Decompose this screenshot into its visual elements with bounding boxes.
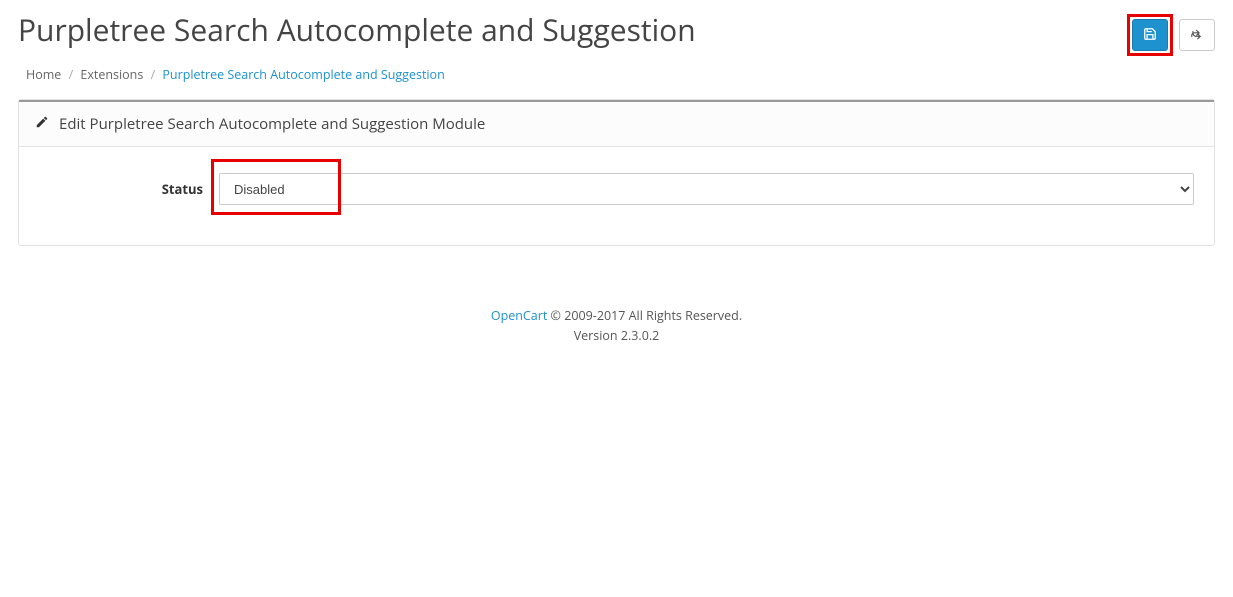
breadcrumb: Home / Extensions / Purpletree Search Au… [18,56,1215,99]
edit-panel: Edit Purpletree Search Autocomplete and … [18,99,1215,246]
page-title: Purpletree Search Autocomplete and Sugge… [18,12,696,48]
footer-copyright: © 2009-2017 All Rights Reserved. [547,307,742,324]
breadcrumb-extensions[interactable]: Extensions [80,66,143,83]
back-arrow-icon [1190,27,1204,44]
pencil-icon [35,114,49,134]
panel-body: Status Disabled [19,147,1214,245]
breadcrumb-separator: / [69,66,74,83]
status-select[interactable]: Disabled [219,173,1194,205]
save-button-highlight [1127,14,1173,56]
cancel-button[interactable] [1179,19,1215,51]
save-icon [1143,27,1157,44]
breadcrumb-home[interactable]: Home [26,66,61,83]
save-button[interactable] [1132,19,1168,51]
footer-brand-link[interactable]: OpenCart [491,307,547,324]
status-label: Status [39,180,219,198]
breadcrumb-current[interactable]: Purpletree Search Autocomplete and Sugge… [162,66,444,83]
header-action-buttons [1127,12,1215,56]
page-header: Purpletree Search Autocomplete and Sugge… [18,0,1215,56]
status-row: Status Disabled [39,173,1194,205]
panel-heading: Edit Purpletree Search Autocomplete and … [19,100,1214,147]
breadcrumb-separator: / [151,66,156,83]
panel-heading-text: Edit Purpletree Search Autocomplete and … [59,114,485,134]
footer: OpenCart © 2009-2017 All Rights Reserved… [18,246,1215,366]
footer-version: Version 2.3.0.2 [18,326,1215,346]
